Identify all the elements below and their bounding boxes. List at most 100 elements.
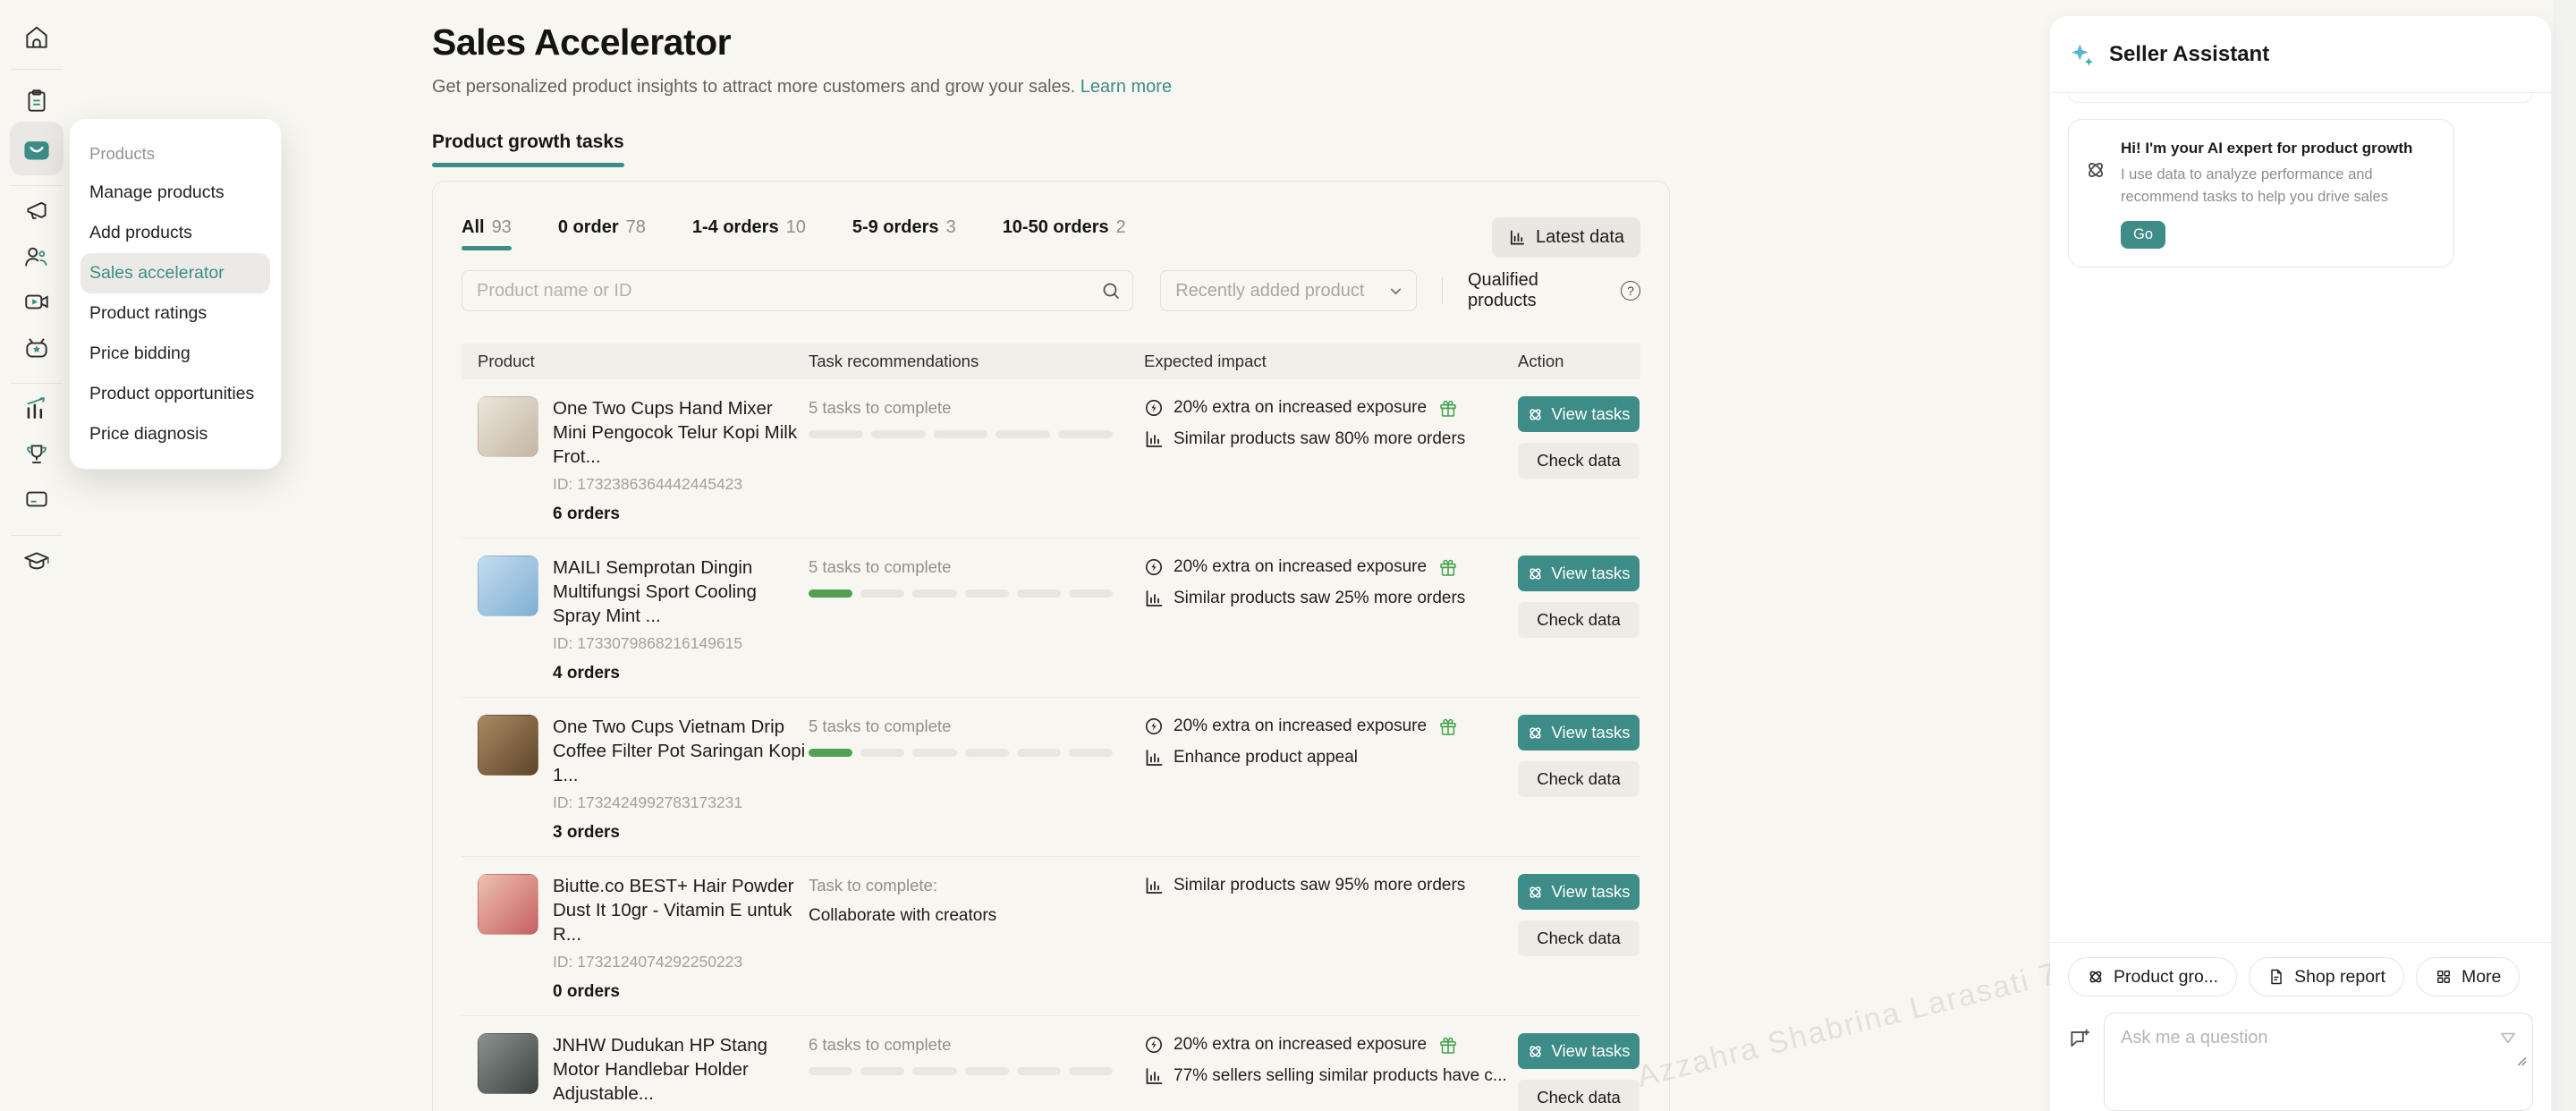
qualified-products-label: Qualified products: [1468, 270, 1612, 311]
sidebar-item-orders[interactable]: [22, 87, 51, 115]
product-image[interactable]: [478, 874, 538, 935]
assistant-intro-body: I use data to analyze performance and re…: [2121, 164, 2398, 208]
table-row: One Two Cups Hand Mixer Mini Pengocok Te…: [462, 379, 1640, 539]
view-tasks-button[interactable]: View tasks: [1518, 715, 1640, 751]
product-image[interactable]: [478, 1033, 538, 1094]
search-input[interactable]: [462, 270, 1133, 311]
tasks-knot-icon: [1527, 725, 1544, 742]
ask-input[interactable]: [2105, 1013, 2532, 1110]
view-tasks-button[interactable]: View tasks: [1518, 556, 1640, 591]
filter-tab-all[interactable]: All93: [462, 217, 512, 250]
sidebar-item-live[interactable]: [22, 335, 51, 363]
product-name[interactable]: One Two Cups Vietnam Drip Coffee Filter …: [553, 715, 809, 787]
tasks-cell: 5 tasks to complete: [809, 396, 1144, 438]
table-row: JNHW Dudukan HP Stang Motor Handlebar Ho…: [462, 1016, 1640, 1111]
progress-segment: [965, 749, 1009, 757]
product-image[interactable]: [478, 396, 538, 457]
action-cell: View tasks Check data: [1518, 396, 1640, 479]
tasks-knot-icon: [1527, 406, 1544, 423]
sidebar-item-content[interactable]: [22, 288, 51, 317]
filter-tab-10-50-orders[interactable]: 10-50 orders2: [1003, 217, 1126, 250]
search-icon[interactable]: [1101, 281, 1121, 301]
sidebar-item-academy[interactable]: [22, 547, 51, 576]
product-image[interactable]: [478, 556, 538, 616]
check-data-button[interactable]: Check data: [1518, 443, 1640, 479]
progress-segment: [809, 430, 863, 438]
sidebar-divider: [11, 383, 63, 384]
sidebar-divider: [11, 69, 63, 70]
sort-dropdown[interactable]: Recently added product: [1160, 270, 1417, 311]
impact-line: Similar products saw 80% more orders: [1144, 429, 1518, 449]
tab-product-growth-tasks[interactable]: Product growth tasks: [432, 131, 624, 167]
flyout-item-product-opportunities[interactable]: Product opportunities: [70, 374, 281, 414]
flyout-item-sales-accelerator[interactable]: Sales accelerator: [80, 253, 270, 293]
sidebar-item-home[interactable]: [22, 23, 51, 52]
latest-data-button[interactable]: Latest data: [1492, 217, 1640, 258]
view-tasks-button[interactable]: View tasks: [1518, 874, 1640, 910]
progress-segment: [1069, 749, 1113, 757]
page-subtitle: Get personalized product insights to att…: [432, 77, 1670, 98]
resize-handle-icon[interactable]: [2513, 1053, 2527, 1066]
flyout-item-price-bidding[interactable]: Price bidding: [70, 334, 281, 374]
page-right-gutter: [2553, 0, 2576, 1111]
tasks-label: 5 tasks to complete: [809, 396, 1144, 418]
flyout-item-price-diagnosis[interactable]: Price diagnosis: [70, 414, 281, 454]
sidebar-item-products[interactable]: [10, 122, 64, 175]
product-name[interactable]: MAILI Semprotan Dingin Multifungsi Sport…: [553, 556, 809, 628]
sidebar-item-marketing[interactable]: [22, 198, 51, 226]
product-image[interactable]: [478, 715, 538, 776]
product-cell: One Two Cups Hand Mixer Mini Pengocok Te…: [478, 396, 809, 524]
view-tasks-button[interactable]: View tasks: [1518, 396, 1640, 432]
assistant-intro-card: Hi! I'm your AI expert for product growt…: [2068, 119, 2454, 267]
view-tasks-button[interactable]: View tasks: [1518, 1033, 1640, 1069]
sidebar-item-rewards[interactable]: [22, 440, 51, 469]
product-name[interactable]: JNHW Dudukan HP Stang Motor Handlebar Ho…: [553, 1033, 809, 1106]
check-data-button[interactable]: Check data: [1518, 920, 1640, 956]
progress-segment: [912, 589, 956, 598]
flyout-item-product-ratings[interactable]: Product ratings: [70, 293, 281, 334]
impact-line: 20% extra on increased exposure: [1144, 557, 1518, 577]
progress-segment: [912, 749, 956, 757]
tasks-label: 5 tasks to complete: [809, 715, 1144, 736]
sidebar-item-finance[interactable]: [22, 485, 51, 513]
action-cell: View tasks Check data: [1518, 874, 1640, 956]
impact-line: Enhance product appeal: [1144, 748, 1518, 768]
product-cell: JNHW Dudukan HP Stang Motor Handlebar Ho…: [478, 1033, 809, 1111]
sidebar-item-affiliate[interactable]: [22, 242, 51, 271]
go-button[interactable]: Go: [2121, 221, 2165, 249]
analytics-icon: [22, 394, 51, 422]
product-cell: One Two Cups Vietnam Drip Coffee Filter …: [478, 715, 809, 843]
product-name[interactable]: Biutte.co BEST+ Hair Powder Dust It 10gr…: [553, 874, 809, 946]
assistant-pill-more[interactable]: More: [2416, 957, 2520, 997]
progress-segment: [871, 430, 926, 438]
check-data-button[interactable]: Check data: [1518, 761, 1640, 797]
sidebar-item-analytics[interactable]: [22, 394, 51, 422]
check-data-button[interactable]: Check data: [1518, 602, 1640, 638]
assistant-pill-product-gro-[interactable]: Product gro...: [2068, 957, 2237, 997]
flyout-item-manage-products[interactable]: Manage products: [70, 173, 281, 213]
seller-assistant-panel: Seller Assistant Hi! I'm your AI expert …: [2050, 16, 2551, 1111]
progress-segment: [809, 1067, 852, 1075]
product-cell: Biutte.co BEST+ Hair Powder Dust It 10gr…: [478, 874, 809, 1002]
table-row: One Two Cups Vietnam Drip Coffee Filter …: [462, 698, 1640, 857]
help-icon[interactable]: ?: [1621, 281, 1640, 301]
exposure-boost-icon: [1144, 557, 1164, 577]
progress-segment: [912, 1067, 956, 1075]
flyout-item-add-products[interactable]: Add products: [70, 213, 281, 253]
new-chat-icon[interactable]: [2068, 1027, 2091, 1050]
growth-tasks-card: All93 0 order78 1-4 orders10 5-9 orders3 10-…: [432, 181, 1670, 1111]
filter-tab-1-4-orders[interactable]: 1-4 orders10: [692, 217, 806, 250]
check-data-button[interactable]: Check data: [1518, 1080, 1640, 1111]
product-id: ID: 1733079868216149615: [553, 634, 809, 653]
progress-segment: [965, 589, 1009, 598]
latest-data-label: Latest data: [1536, 227, 1624, 248]
send-icon[interactable]: [2498, 1028, 2518, 1047]
product-name[interactable]: One Two Cups Hand Mixer Mini Pengocok Te…: [553, 396, 809, 469]
tab-label: Product growth tasks: [432, 131, 624, 152]
filter-tab-0-order[interactable]: 0 order78: [558, 217, 646, 250]
learn-more-link[interactable]: Learn more: [1080, 77, 1172, 97]
filter-tab-5-9-orders[interactable]: 5-9 orders3: [852, 217, 956, 250]
assistant-pill-shop-report[interactable]: Shop report: [2249, 957, 2404, 997]
assistant-header: Seller Assistant: [2050, 16, 2551, 93]
bar-chart-icon: [1144, 876, 1164, 895]
